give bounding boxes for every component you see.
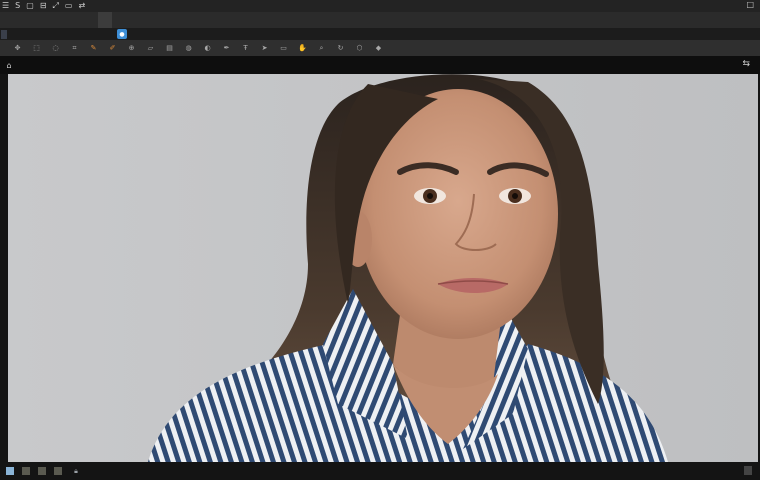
- menu-item-6[interactable]: ​: [70, 12, 84, 28]
- status-bar: 🔒︎: [0, 462, 760, 480]
- lock-icon[interactable]: 🔒︎: [70, 466, 82, 476]
- move-icon[interactable]: ✥: [8, 41, 27, 55]
- screen-mode-icon[interactable]: ▭: [65, 1, 73, 11]
- menu-item-3[interactable]: ​: [28, 12, 42, 28]
- document-tab-bar: ⌂ ​ ​ ​ ​ ⇆: [0, 56, 760, 74]
- blur-icon[interactable]: ◍: [179, 41, 198, 55]
- eyedropper-icon[interactable]: ✎: [84, 41, 103, 55]
- app-logo-icon: S: [15, 1, 21, 10]
- menu-item-1[interactable]: ​: [0, 12, 14, 28]
- menu-item-7[interactable]: ​: [84, 12, 98, 28]
- hand-icon[interactable]: ✋: [293, 41, 312, 55]
- title-bar: ☰ S ▢ ⊟ ⤢ ▭ ⇄ □: [0, 0, 760, 12]
- marquee-icon[interactable]: ⬚: [27, 41, 46, 55]
- app-menu-icon[interactable]: ☰: [2, 1, 9, 11]
- shape-icon[interactable]: ▭: [274, 41, 293, 55]
- scroll-handle[interactable]: [744, 466, 752, 475]
- image-editor-window: ☰ S ▢ ⊟ ⤢ ▭ ⇄ □ ​ ​ ​ ​ ​ ​ ​ ​ ​ ● ​ ✥ …: [0, 0, 760, 480]
- eraser-icon[interactable]: ▱: [141, 41, 160, 55]
- brush-icon[interactable]: ✐: [103, 41, 122, 55]
- left-panel-strip: [0, 74, 8, 462]
- portrait-image: [8, 74, 758, 462]
- adjustment-icon[interactable]: [38, 467, 46, 475]
- swap-icon[interactable]: ⇄: [78, 1, 85, 11]
- menu-item-8[interactable]: ​: [98, 12, 112, 28]
- home-icon[interactable]: ⌂: [0, 61, 18, 70]
- path-select-icon[interactable]: ➤: [255, 41, 274, 55]
- gradient-icon[interactable]: ▤: [160, 41, 179, 55]
- clone-icon[interactable]: ⊕: [122, 41, 141, 55]
- crop-icon[interactable]: ⌗: [65, 41, 84, 55]
- hue-icon[interactable]: ◆: [369, 41, 388, 55]
- tools-bar: ✥ ⬚ ◌ ⌗ ✎ ✐ ⊕ ▱ ▤ ◍ ◐ ✒ Ŧ ➤ ▭ ✋ ⌕ ↻ ⬡ ◆: [0, 40, 760, 56]
- group-icon[interactable]: [54, 467, 62, 475]
- type-icon[interactable]: Ŧ: [236, 41, 255, 55]
- dodge-icon[interactable]: ◐: [198, 41, 217, 55]
- menu-item-5[interactable]: ​: [56, 12, 70, 28]
- image-canvas[interactable]: [8, 74, 758, 462]
- panel-swap-icon[interactable]: ⇆: [742, 59, 750, 69]
- workspace-icon[interactable]: ▢: [26, 1, 34, 11]
- options-path-field[interactable]: ​: [1, 29, 7, 39]
- maximize-icon[interactable]: □: [746, 0, 754, 9]
- expand-icon[interactable]: ⤢: [53, 1, 59, 11]
- lasso-icon[interactable]: ◌: [46, 41, 65, 55]
- zoom-icon[interactable]: ⌕: [312, 41, 331, 55]
- menu-item-2[interactable]: ​: [14, 12, 28, 28]
- options-bar: ​ ● ​: [0, 28, 760, 40]
- layer-thumb-icon[interactable]: [6, 467, 14, 475]
- arrange-icon[interactable]: ⊟: [40, 1, 47, 11]
- pen-icon[interactable]: ✒: [217, 41, 236, 55]
- rotate-icon[interactable]: ↻: [331, 41, 350, 55]
- frame-icon[interactable]: ⬡: [350, 41, 369, 55]
- menu-item-4[interactable]: ​: [42, 12, 56, 28]
- info-icon[interactable]: ●: [117, 29, 127, 39]
- mask-icon[interactable]: [22, 467, 30, 475]
- menu-bar: ​ ​ ​ ​ ​ ​ ​ ​: [0, 12, 760, 28]
